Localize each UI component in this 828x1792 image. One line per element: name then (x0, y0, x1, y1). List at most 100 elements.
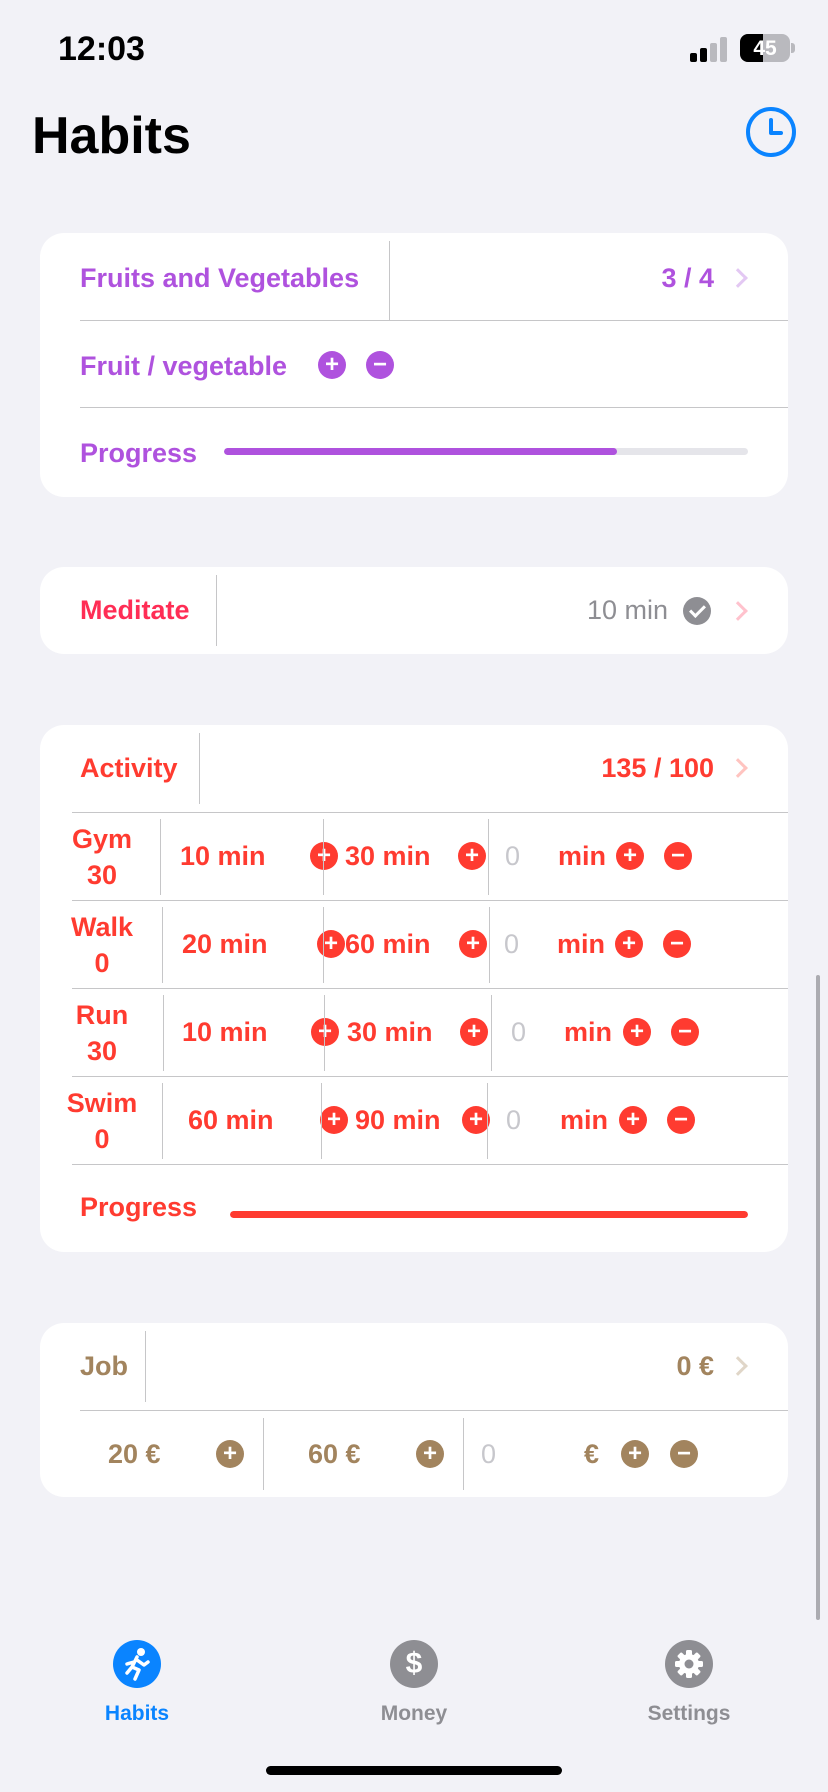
quick-add-button[interactable]: + (459, 930, 487, 958)
divider (72, 1164, 788, 1165)
quick-add-label: 90 min (355, 1105, 441, 1135)
quick-add-label: 20 € (108, 1439, 161, 1469)
tab-habits[interactable]: Habits (57, 1640, 217, 1730)
custom-amount-input[interactable]: 0 (505, 841, 520, 872)
unit-label: min (558, 841, 607, 871)
decrement-button[interactable]: − (366, 351, 394, 379)
increment-button[interactable]: + (318, 351, 346, 379)
activity-row: Swim 0 60 min + 90 min + 0 min + − (40, 1077, 788, 1165)
habit-card-fruits: Fruits and Vegetables 3 / 4 Fruit / vege… (40, 233, 788, 497)
battery-tip (791, 43, 795, 53)
signal-icon (690, 36, 728, 62)
habit-title[interactable]: Activity (80, 753, 178, 784)
habit-count: 3 / 4 (661, 263, 714, 293)
tab-settings[interactable]: Settings (609, 1640, 769, 1730)
divider (80, 1410, 788, 1411)
increment-button[interactable]: + (621, 1440, 649, 1468)
divider (80, 320, 788, 321)
activity-name: Gym 30 (71, 824, 133, 890)
divider (163, 995, 164, 1071)
habit-title[interactable]: Meditate (80, 595, 190, 626)
decrement-button[interactable]: − (671, 1018, 699, 1046)
quick-add-button[interactable]: + (460, 1018, 488, 1046)
unit-label: min (557, 929, 606, 959)
divider (323, 819, 324, 895)
checkmark-icon[interactable] (683, 597, 711, 625)
chevron-right-icon[interactable] (728, 1356, 748, 1376)
tab-label: Settings (647, 1702, 731, 1725)
divider (488, 819, 489, 895)
status-time: 12:03 (58, 30, 145, 68)
home-indicator (266, 1766, 562, 1775)
decrement-button[interactable]: − (670, 1440, 698, 1468)
activity-name: Run 30 (75, 1000, 129, 1066)
divider (263, 1418, 264, 1490)
quick-add-label: 30 min (345, 841, 431, 871)
quick-add-button[interactable]: + (311, 1018, 339, 1046)
tab-money[interactable]: $ Money (334, 1640, 494, 1730)
habit-title[interactable]: Job (80, 1351, 128, 1382)
custom-amount-input[interactable]: 0 (511, 1017, 526, 1048)
divider (199, 733, 200, 804)
chevron-right-icon[interactable] (728, 268, 748, 288)
clock-icon[interactable] (746, 107, 796, 157)
tab-label: Money (380, 1702, 448, 1725)
decrement-button[interactable]: − (664, 842, 692, 870)
decrement-button[interactable]: − (663, 930, 691, 958)
custom-amount-input[interactable]: 0 (481, 1439, 496, 1470)
quick-add-button[interactable]: + (317, 930, 345, 958)
habit-card-meditate: Meditate 10 min (40, 567, 788, 654)
tab-bar: Habits $ Money Settings (0, 1610, 828, 1792)
divider (321, 1083, 322, 1159)
quick-add-button[interactable]: + (458, 842, 486, 870)
custom-amount-input[interactable]: 0 (504, 929, 519, 960)
progress-bar (230, 1211, 748, 1218)
divider (491, 995, 492, 1071)
custom-amount-input[interactable]: 0 (506, 1105, 521, 1136)
habit-count: 135 / 100 (601, 753, 714, 783)
activity-row: Gym30 10 min + 30 min + 0 min + − (40, 813, 788, 901)
quick-add-label: 30 min (347, 1017, 433, 1047)
quick-add-button[interactable]: + (310, 842, 338, 870)
habit-title[interactable]: Fruits and Vegetables (80, 263, 359, 294)
divider (463, 1418, 464, 1490)
activity-name: Swim 0 (66, 1088, 138, 1154)
divider (145, 1331, 146, 1402)
add-20-button[interactable]: + (216, 1440, 244, 1468)
progress-label: Progress (80, 438, 198, 468)
divider (216, 575, 217, 646)
increment-button[interactable]: + (623, 1018, 651, 1046)
battery-icon: 45 (740, 34, 790, 62)
chevron-right-icon[interactable] (728, 601, 748, 621)
increment-button[interactable]: + (615, 930, 643, 958)
increment-button[interactable]: + (616, 842, 644, 870)
status-bar: 12:03 45 (0, 0, 828, 100)
quick-add-label: 10 min (182, 1017, 268, 1047)
unit-label: € (584, 1439, 600, 1469)
scroll-indicator[interactable] (816, 975, 820, 1620)
divider (323, 907, 324, 983)
habit-value: 10 min (586, 595, 668, 625)
activity-row: Run30 10 min + 30 min + 0 min + − (40, 989, 788, 1077)
divider (389, 241, 390, 321)
activity-row: Walk 0 20 min + 60 min + 0 min + − (40, 901, 788, 989)
page-title: Habits (32, 107, 191, 165)
habit-card-job: Job 0 € 20 € + 60 € + 0 € + − (40, 1323, 788, 1497)
quick-add-label: 10 min (180, 841, 266, 871)
divider (80, 407, 788, 408)
counter-label: Fruit / vegetable (80, 351, 288, 381)
divider (162, 907, 163, 983)
divider (160, 819, 161, 895)
quick-add-label: 60 min (345, 929, 431, 959)
add-60-button[interactable]: + (416, 1440, 444, 1468)
quick-add-label: 60 € (308, 1439, 361, 1469)
chevron-right-icon[interactable] (728, 758, 748, 778)
quick-add-button[interactable]: + (320, 1106, 348, 1134)
decrement-button[interactable]: − (667, 1106, 695, 1134)
quick-add-button[interactable]: + (462, 1106, 490, 1134)
quick-add-label: 60 min (188, 1105, 274, 1135)
quick-add-label: 20 min (182, 929, 268, 959)
increment-button[interactable]: + (619, 1106, 647, 1134)
gear-icon (665, 1640, 713, 1688)
activity-name: Walk 0 (70, 912, 133, 978)
